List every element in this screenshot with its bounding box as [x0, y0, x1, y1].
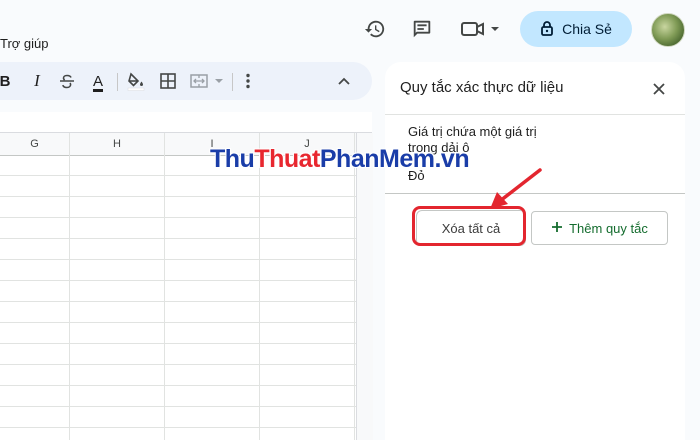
add-rule-button[interactable]: Thêm quy tắc	[531, 211, 668, 245]
watermark-part: Thuat	[254, 145, 320, 173]
row-divider	[0, 406, 356, 407]
close-icon[interactable]	[648, 78, 670, 100]
watermark-logo: ThuThuatPhanMem.vn	[210, 145, 470, 174]
text-color-letter: A	[92, 72, 103, 90]
watermark-part: .vn	[434, 145, 470, 173]
column-divider	[354, 133, 355, 440]
row-divider	[0, 259, 356, 260]
row-divider	[0, 175, 356, 176]
strikethrough-icon[interactable]	[56, 62, 78, 100]
formatting-toolbar: B I A	[0, 62, 372, 100]
toolbar-divider	[232, 73, 233, 91]
annotation-arrow-icon	[490, 168, 542, 209]
borders-icon[interactable]	[157, 62, 179, 100]
column-divider	[259, 133, 260, 440]
row-divider	[0, 364, 356, 365]
vertical-scrollbar[interactable]	[356, 133, 373, 440]
row-divider	[0, 385, 356, 386]
row-divider	[0, 343, 356, 344]
text-color-icon[interactable]: A	[86, 62, 110, 100]
comment-icon[interactable]	[408, 15, 436, 43]
merge-cells-icon[interactable]	[188, 62, 226, 100]
fill-color-icon[interactable]	[125, 62, 147, 100]
row-divider	[0, 217, 356, 218]
share-label: Chia Sẻ	[562, 21, 612, 37]
row-divider	[0, 196, 356, 197]
column-header-h[interactable]: H	[70, 133, 164, 155]
collapse-icon[interactable]	[333, 62, 355, 100]
watermark-part: Thu	[210, 145, 255, 173]
row-divider	[0, 427, 356, 428]
row-divider	[0, 280, 356, 281]
history-icon[interactable]	[361, 15, 389, 43]
toolbar-divider	[117, 73, 118, 91]
share-button[interactable]: Chia Sẻ	[520, 11, 632, 47]
column-header-g[interactable]: G	[0, 133, 69, 155]
panel-title: Quy tắc xác thực dữ liệu	[400, 79, 564, 96]
row-divider	[0, 322, 356, 323]
bold-icon[interactable]: B	[0, 62, 13, 100]
avatar[interactable]	[651, 13, 685, 47]
video-call-icon[interactable]	[458, 15, 502, 43]
menu-help[interactable]: Trợ giúp	[0, 36, 49, 51]
formula-bar[interactable]	[0, 112, 372, 133]
column-divider	[69, 133, 70, 440]
add-rule-label: Thêm quy tắc	[569, 220, 648, 236]
italic-icon[interactable]: I	[28, 62, 46, 100]
lock-icon	[540, 20, 554, 39]
column-divider	[164, 133, 165, 440]
watermark-part: PhanMem	[319, 145, 435, 173]
row-divider	[0, 238, 356, 239]
row-divider	[0, 301, 356, 302]
plus-icon	[551, 221, 563, 236]
more-icon[interactable]	[240, 62, 256, 100]
